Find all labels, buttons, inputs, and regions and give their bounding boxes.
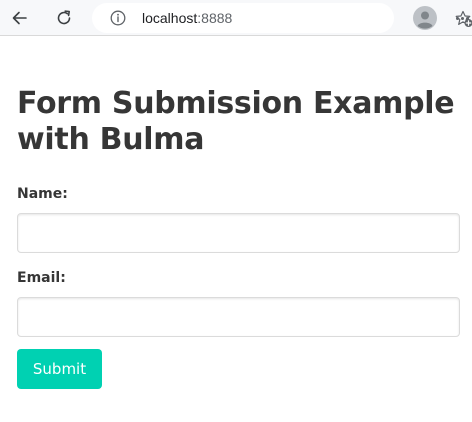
address-bar[interactable]: localhost:8888 xyxy=(92,3,472,33)
submit-button[interactable]: Submit xyxy=(17,349,102,389)
page-title: Form Submission Example with Bulma xyxy=(17,86,455,157)
back-button[interactable] xyxy=(6,4,34,32)
email-label: Email: xyxy=(17,270,66,286)
info-icon[interactable] xyxy=(110,10,126,26)
profile-button[interactable] xyxy=(411,4,439,32)
name-input[interactable] xyxy=(17,213,460,253)
more-options-icon xyxy=(456,16,469,20)
url-port: :8888 xyxy=(197,10,233,26)
url-host: localhost xyxy=(142,10,198,26)
email-input[interactable] xyxy=(17,297,460,337)
name-label: Name: xyxy=(17,186,68,202)
browser-toolbar: localhost:8888 xyxy=(0,0,472,36)
reload-icon xyxy=(57,10,71,25)
back-arrow-icon xyxy=(12,11,27,25)
reload-button[interactable] xyxy=(50,4,78,32)
more-options-button[interactable] xyxy=(456,4,472,32)
url-text[interactable]: localhost:8888 xyxy=(142,10,232,26)
profile-avatar-icon xyxy=(413,6,437,30)
